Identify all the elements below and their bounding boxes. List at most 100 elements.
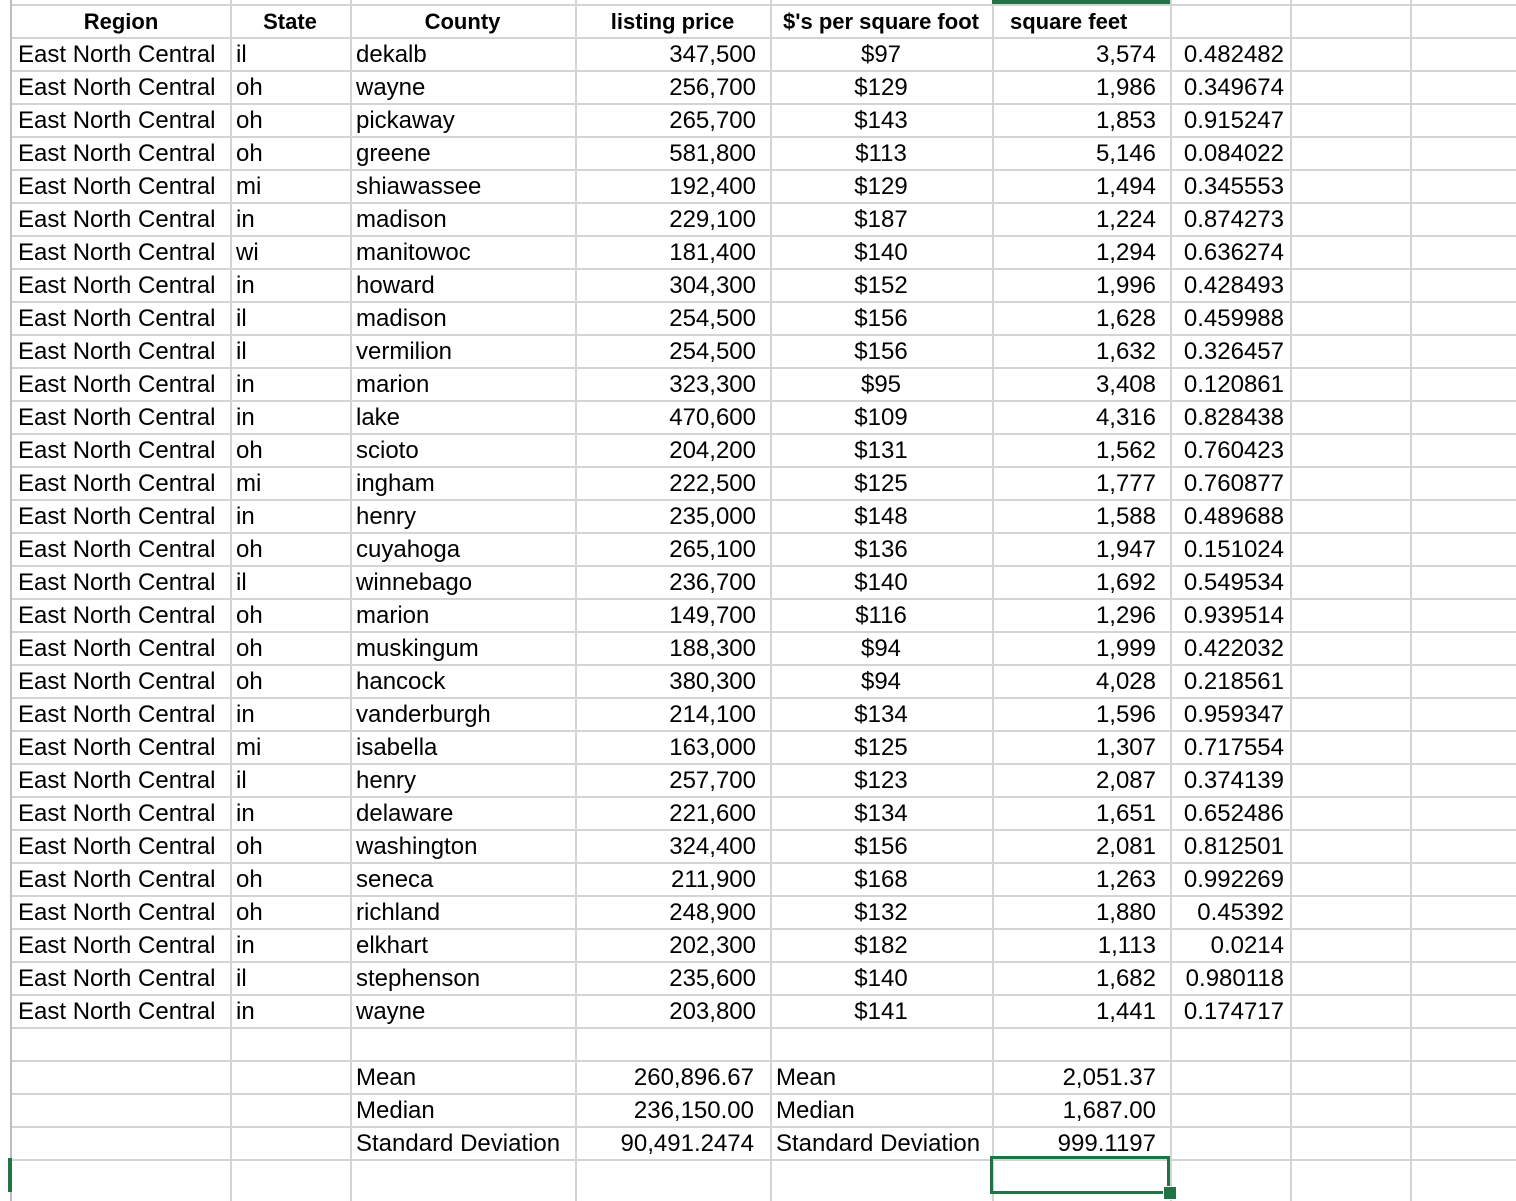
stat-label-2[interactable]: Mean [770, 1061, 992, 1094]
cell-square-feet[interactable]: 1,996 [992, 269, 1170, 302]
cell-state[interactable]: mi [230, 467, 350, 500]
cell-price-per-sqft[interactable]: $125 [770, 467, 992, 500]
cell-price-per-sqft[interactable]: $134 [770, 698, 992, 731]
cell-random-value[interactable]: 0.482482 [1170, 38, 1290, 71]
cell-state[interactable]: oh [230, 863, 350, 896]
cell-listing-price[interactable]: 304,300 [575, 269, 770, 302]
cell-random-value[interactable]: 0.717554 [1170, 731, 1290, 764]
cell-random-value[interactable]: 0.959347 [1170, 698, 1290, 731]
cell-price-per-sqft[interactable]: $94 [770, 632, 992, 665]
cell-random-value[interactable]: 0.549534 [1170, 566, 1290, 599]
cell-random-value[interactable]: 0.374139 [1170, 764, 1290, 797]
cell-county[interactable]: madison [350, 203, 575, 236]
cell-random-value[interactable]: 0.345553 [1170, 170, 1290, 203]
cell-price-per-sqft[interactable]: $156 [770, 302, 992, 335]
header-region[interactable]: Region [12, 5, 230, 38]
cell-square-feet[interactable]: 1,880 [992, 896, 1170, 929]
cell-square-feet[interactable]: 1,562 [992, 434, 1170, 467]
cell-square-feet[interactable]: 1,596 [992, 698, 1170, 731]
cell-region[interactable]: East North Central [12, 269, 230, 302]
stat-square-feet[interactable]: 2,051.37 [992, 1061, 1170, 1094]
cell-county[interactable]: delaware [350, 797, 575, 830]
cell-square-feet[interactable]: 3,574 [992, 38, 1170, 71]
cell-listing-price[interactable]: 181,400 [575, 236, 770, 269]
cell-county[interactable]: madison [350, 302, 575, 335]
cell-region[interactable]: East North Central [12, 896, 230, 929]
cell-region[interactable]: East North Central [12, 71, 230, 104]
cell-state[interactable]: il [230, 764, 350, 797]
cell-random-value[interactable]: 0.874273 [1170, 203, 1290, 236]
stat-label[interactable]: Standard Deviation [350, 1127, 575, 1160]
cell-listing-price[interactable]: 163,000 [575, 731, 770, 764]
cell-price-per-sqft[interactable]: $97 [770, 38, 992, 71]
cell-random-value[interactable]: 0.980118 [1170, 962, 1290, 995]
cell-county[interactable]: henry [350, 764, 575, 797]
cell-price-per-sqft[interactable]: $140 [770, 566, 992, 599]
cell-price-per-sqft[interactable]: $131 [770, 434, 992, 467]
cell-state[interactable]: il [230, 38, 350, 71]
cell-random-value[interactable]: 0.636274 [1170, 236, 1290, 269]
header-county[interactable]: County [350, 5, 575, 38]
cell-county[interactable]: vermilion [350, 335, 575, 368]
cell-random-value[interactable]: 0.459988 [1170, 302, 1290, 335]
cell-county[interactable]: howard [350, 269, 575, 302]
cell-price-per-sqft[interactable]: $134 [770, 797, 992, 830]
cell-region[interactable]: East North Central [12, 632, 230, 665]
cell-square-feet[interactable]: 1,682 [992, 962, 1170, 995]
cell-region[interactable]: East North Central [12, 401, 230, 434]
cell-price-per-sqft[interactable]: $152 [770, 269, 992, 302]
cell-listing-price[interactable]: 248,900 [575, 896, 770, 929]
cell-random-value[interactable]: 0.0214 [1170, 929, 1290, 962]
cell-random-value[interactable]: 0.812501 [1170, 830, 1290, 863]
cell-county[interactable]: vanderburgh [350, 698, 575, 731]
header-listing-price[interactable]: listing price [575, 5, 770, 38]
cell-square-feet[interactable]: 1,632 [992, 335, 1170, 368]
cell-listing-price[interactable]: 470,600 [575, 401, 770, 434]
cell-region[interactable]: East North Central [12, 236, 230, 269]
cell-random-value[interactable]: 0.084022 [1170, 137, 1290, 170]
stat-label-2[interactable]: Median [770, 1094, 992, 1127]
stat-square-feet[interactable]: 1,687.00 [992, 1094, 1170, 1127]
cell-listing-price[interactable]: 149,700 [575, 599, 770, 632]
cell-state[interactable]: in [230, 797, 350, 830]
cell-listing-price[interactable]: 347,500 [575, 38, 770, 71]
stat-listing-price[interactable]: 236,150.00 [575, 1094, 770, 1127]
cell-state[interactable]: in [230, 401, 350, 434]
cell-region[interactable]: East North Central [12, 665, 230, 698]
cell-square-feet[interactable]: 3,408 [992, 368, 1170, 401]
cell-listing-price[interactable]: 265,100 [575, 533, 770, 566]
cell-random-value[interactable]: 0.422032 [1170, 632, 1290, 665]
cell-state[interactable]: il [230, 302, 350, 335]
cell-county[interactable]: winnebago [350, 566, 575, 599]
cell-price-per-sqft[interactable]: $148 [770, 500, 992, 533]
cell-state[interactable]: oh [230, 896, 350, 929]
cell-square-feet[interactable]: 1,777 [992, 467, 1170, 500]
cell-state[interactable]: oh [230, 665, 350, 698]
cell-listing-price[interactable]: 188,300 [575, 632, 770, 665]
cell-county[interactable]: elkhart [350, 929, 575, 962]
cell-region[interactable]: East North Central [12, 137, 230, 170]
cell-state[interactable]: in [230, 500, 350, 533]
cell-region[interactable]: East North Central [12, 698, 230, 731]
cell-square-feet[interactable]: 1,999 [992, 632, 1170, 665]
cell-price-per-sqft[interactable]: $123 [770, 764, 992, 797]
cell-state[interactable]: oh [230, 434, 350, 467]
cell-random-value[interactable]: 0.120861 [1170, 368, 1290, 401]
cell-square-feet[interactable]: 1,986 [992, 71, 1170, 104]
cell-random-value[interactable]: 0.45392 [1170, 896, 1290, 929]
header-price-per-sqft[interactable]: $'s per square foot [770, 5, 992, 38]
cell-listing-price[interactable]: 324,400 [575, 830, 770, 863]
cell-county[interactable]: scioto [350, 434, 575, 467]
cell-region[interactable]: East North Central [12, 368, 230, 401]
cell-random-value[interactable]: 0.218561 [1170, 665, 1290, 698]
cell-square-feet[interactable]: 1,263 [992, 863, 1170, 896]
cell-state[interactable]: oh [230, 632, 350, 665]
cell-listing-price[interactable]: 221,600 [575, 797, 770, 830]
cell-state[interactable]: in [230, 269, 350, 302]
cell-square-feet[interactable]: 2,087 [992, 764, 1170, 797]
cell-region[interactable]: East North Central [12, 467, 230, 500]
cell-random-value[interactable]: 0.428493 [1170, 269, 1290, 302]
cell-listing-price[interactable]: 236,700 [575, 566, 770, 599]
cell-region[interactable]: East North Central [12, 170, 230, 203]
cell-listing-price[interactable]: 256,700 [575, 71, 770, 104]
